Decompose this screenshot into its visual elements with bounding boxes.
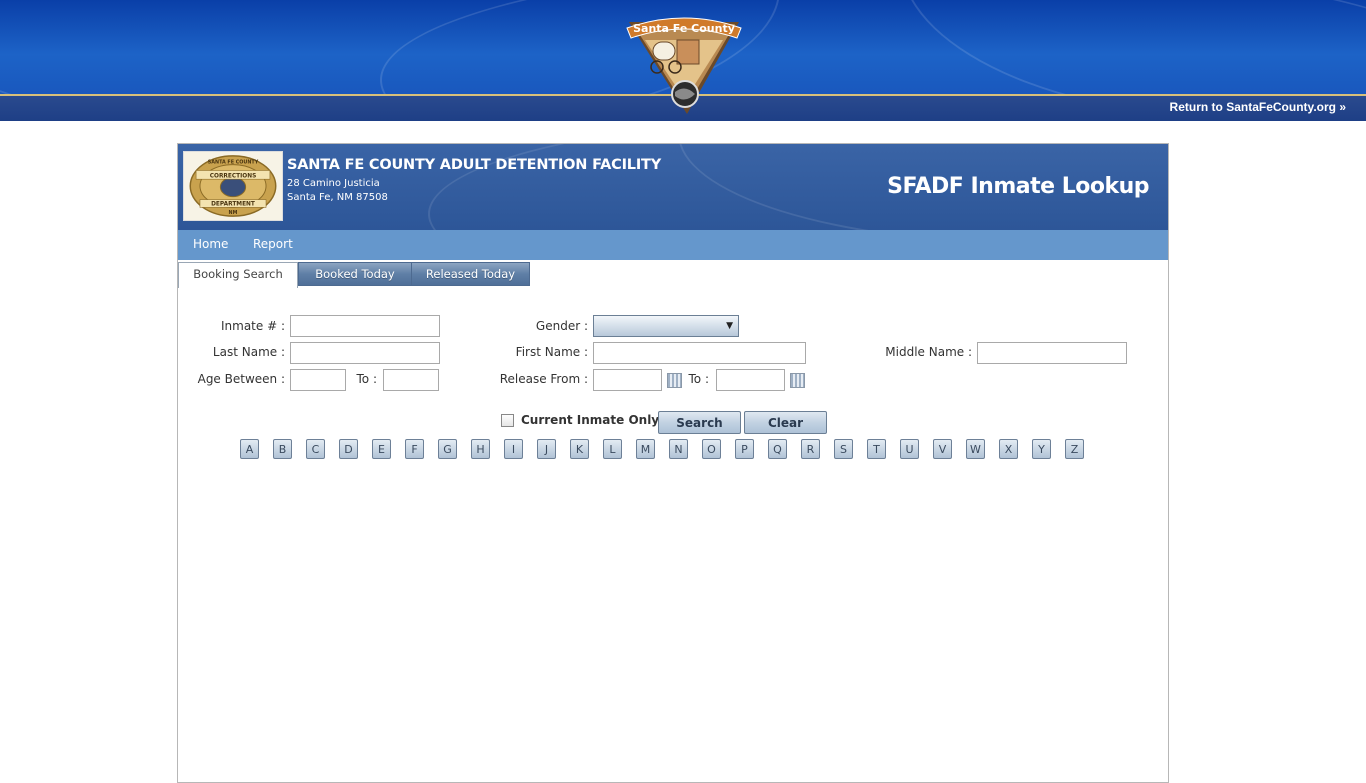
age-to-label: To :: [356, 372, 378, 386]
letter-button-w[interactable]: W: [966, 439, 985, 459]
tab-released-today[interactable]: Released Today: [411, 262, 530, 286]
letter-button-b[interactable]: B: [273, 439, 292, 459]
inmate-number-input[interactable]: [290, 315, 440, 337]
calendar-icon[interactable]: [790, 373, 805, 388]
letter-button-z[interactable]: Z: [1065, 439, 1084, 459]
middle-name-label: Middle Name :: [885, 345, 972, 359]
inmate-lookup-panel: SANTA FE COUNTY CORRECTIONS DEPARTMENT N…: [177, 143, 1169, 783]
letter-button-p[interactable]: P: [735, 439, 754, 459]
badge-text-bottom: DEPARTMENT: [211, 201, 255, 207]
letter-button-a[interactable]: A: [240, 439, 259, 459]
facility-address-line2: Santa Fe, NM 87508: [287, 192, 388, 203]
letter-button-g[interactable]: G: [438, 439, 457, 459]
inmate-number-label: Inmate # :: [220, 319, 285, 333]
menu-item-home[interactable]: Home: [193, 237, 228, 251]
release-from-input[interactable]: [593, 369, 662, 391]
return-to-county-link[interactable]: Return to SantaFeCounty.org »: [1170, 100, 1346, 114]
letter-button-m[interactable]: M: [636, 439, 655, 459]
last-name-input[interactable]: [290, 342, 440, 364]
age-from-input[interactable]: [290, 369, 346, 391]
letter-button-f[interactable]: F: [405, 439, 424, 459]
gender-label: Gender :: [535, 319, 588, 333]
letter-button-l[interactable]: L: [603, 439, 622, 459]
first-name-input[interactable]: [593, 342, 806, 364]
letter-button-n[interactable]: N: [669, 439, 688, 459]
letter-button-r[interactable]: R: [801, 439, 820, 459]
county-seal-logo[interactable]: Santa Fe County: [625, 12, 743, 115]
letter-button-d[interactable]: D: [339, 439, 358, 459]
first-name-label: First Name :: [515, 345, 588, 359]
last-name-label: Last Name :: [212, 345, 285, 359]
letter-button-h[interactable]: H: [471, 439, 490, 459]
current-inmate-label: Current Inmate Only: [521, 413, 660, 427]
letter-button-t[interactable]: T: [867, 439, 886, 459]
letter-button-e[interactable]: E: [372, 439, 391, 459]
badge-text-nm: NM: [229, 210, 238, 216]
release-to-input[interactable]: [716, 369, 785, 391]
current-inmate-checkbox[interactable]: [501, 414, 514, 427]
gender-select[interactable]: ▼: [593, 315, 739, 337]
release-to-label: To :: [688, 372, 710, 386]
letter-button-u[interactable]: U: [900, 439, 919, 459]
panel-header: SANTA FE COUNTY CORRECTIONS DEPARTMENT N…: [178, 144, 1168, 230]
tab-booking-search[interactable]: Booking Search: [178, 262, 298, 288]
letter-button-i[interactable]: I: [504, 439, 523, 459]
facility-address-line1: 28 Camino Justicia: [287, 178, 380, 189]
age-between-label: Age Between :: [197, 372, 285, 386]
page-title: SFADF Inmate Lookup: [887, 174, 1149, 199]
badge-text-top: SANTA FE COUNTY: [208, 160, 259, 166]
calendar-icon[interactable]: [667, 373, 682, 388]
tab-strip: Booking Search Booked Today Released Tod…: [178, 260, 1168, 288]
letter-button-c[interactable]: C: [306, 439, 325, 459]
chevron-down-icon: ▼: [726, 321, 733, 331]
middle-name-input[interactable]: [977, 342, 1127, 364]
menu-bar: Home Report: [178, 230, 1168, 260]
tab-booked-today[interactable]: Booked Today: [298, 262, 412, 286]
clear-button[interactable]: Clear: [744, 411, 827, 434]
county-seal-text: Santa Fe County: [633, 22, 735, 35]
letter-button-x[interactable]: X: [999, 439, 1018, 459]
badge-text-mid: CORRECTIONS: [210, 173, 257, 179]
letter-button-s[interactable]: S: [834, 439, 853, 459]
menu-item-report[interactable]: Report: [253, 237, 293, 251]
facility-name: SANTA FE COUNTY ADULT DETENTION FACILITY: [287, 157, 662, 173]
letter-button-y[interactable]: Y: [1032, 439, 1051, 459]
search-button[interactable]: Search: [658, 411, 741, 434]
release-from-label: Release From :: [499, 372, 588, 386]
corrections-badge-logo: SANTA FE COUNTY CORRECTIONS DEPARTMENT N…: [183, 151, 283, 221]
letter-button-q[interactable]: Q: [768, 439, 787, 459]
letter-button-j[interactable]: J: [537, 439, 556, 459]
site-banner: Santa Fe County Return to SantaFeCounty.…: [0, 0, 1366, 121]
letter-button-k[interactable]: K: [570, 439, 589, 459]
letter-button-o[interactable]: O: [702, 439, 721, 459]
age-to-input[interactable]: [383, 369, 439, 391]
letter-button-v[interactable]: V: [933, 439, 952, 459]
